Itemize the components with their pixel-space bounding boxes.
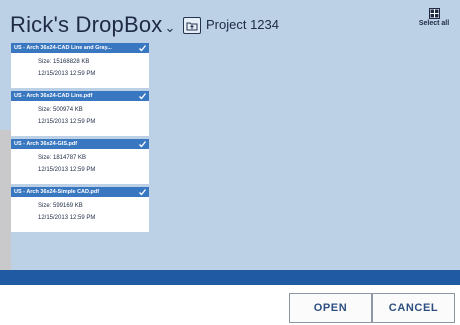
file-item[interactable]: US - Arch 36x24-CAD Line and Gray... Siz… (11, 43, 149, 88)
file-name: US - Arch 36x24-Simple CAD.pdf (11, 187, 149, 197)
file-date: 12/15/2013 12:59 PM (38, 71, 96, 77)
chevron-down-icon: ⌄ (164, 20, 176, 35)
cancel-button[interactable]: CANCEL (372, 293, 455, 323)
checkmark-icon (139, 45, 147, 52)
file-size: Size: 15168828 KB (38, 59, 90, 65)
device-bezel (0, 130, 11, 280)
file-name: US - Arch 36x24-GIS.pdf (11, 139, 149, 149)
file-size: Size: 599169 KB (38, 203, 83, 209)
current-folder-name: Project 1234 (206, 17, 279, 32)
file-name: US - Arch 36x24-CAD Line and Gray... (11, 43, 149, 53)
folder-up-icon (186, 22, 198, 31)
grid-icon (428, 8, 440, 19)
select-all-button[interactable]: Select all (413, 8, 455, 38)
file-item[interactable]: US - Arch 36x24-Simple CAD.pdf Size: 599… (11, 187, 149, 232)
file-size: Size: 1814787 KB (38, 155, 87, 161)
dropbox-file-picker: Rick's DropBox ⌄ Project 1234 Select all… (0, 0, 460, 325)
file-list: US - Arch 36x24-CAD Line and Gray... Siz… (11, 43, 149, 235)
account-switcher[interactable]: Rick's DropBox ⌄ (10, 12, 176, 38)
checkmark-icon (139, 93, 147, 100)
file-item[interactable]: US - Arch 36x24-CAD Line.pdf Size: 50097… (11, 91, 149, 136)
file-date: 12/15/2013 12:59 PM (38, 167, 96, 173)
app-title: Rick's DropBox (10, 12, 163, 37)
header: Rick's DropBox ⌄ Project 1234 Select all (0, 0, 460, 42)
file-date: 12/15/2013 12:59 PM (38, 119, 96, 125)
checkmark-icon (139, 189, 147, 196)
select-all-label: Select all (418, 20, 450, 27)
status-bar (0, 270, 460, 285)
file-size: Size: 500974 KB (38, 107, 83, 113)
parent-folder-button[interactable] (183, 17, 201, 34)
file-date: 12/15/2013 12:59 PM (38, 215, 96, 221)
file-item[interactable]: US - Arch 36x24-GIS.pdf Size: 1814787 KB… (11, 139, 149, 184)
open-button[interactable]: OPEN (289, 293, 372, 323)
checkmark-icon (139, 141, 147, 148)
file-name: US - Arch 36x24-CAD Line.pdf (11, 91, 149, 101)
